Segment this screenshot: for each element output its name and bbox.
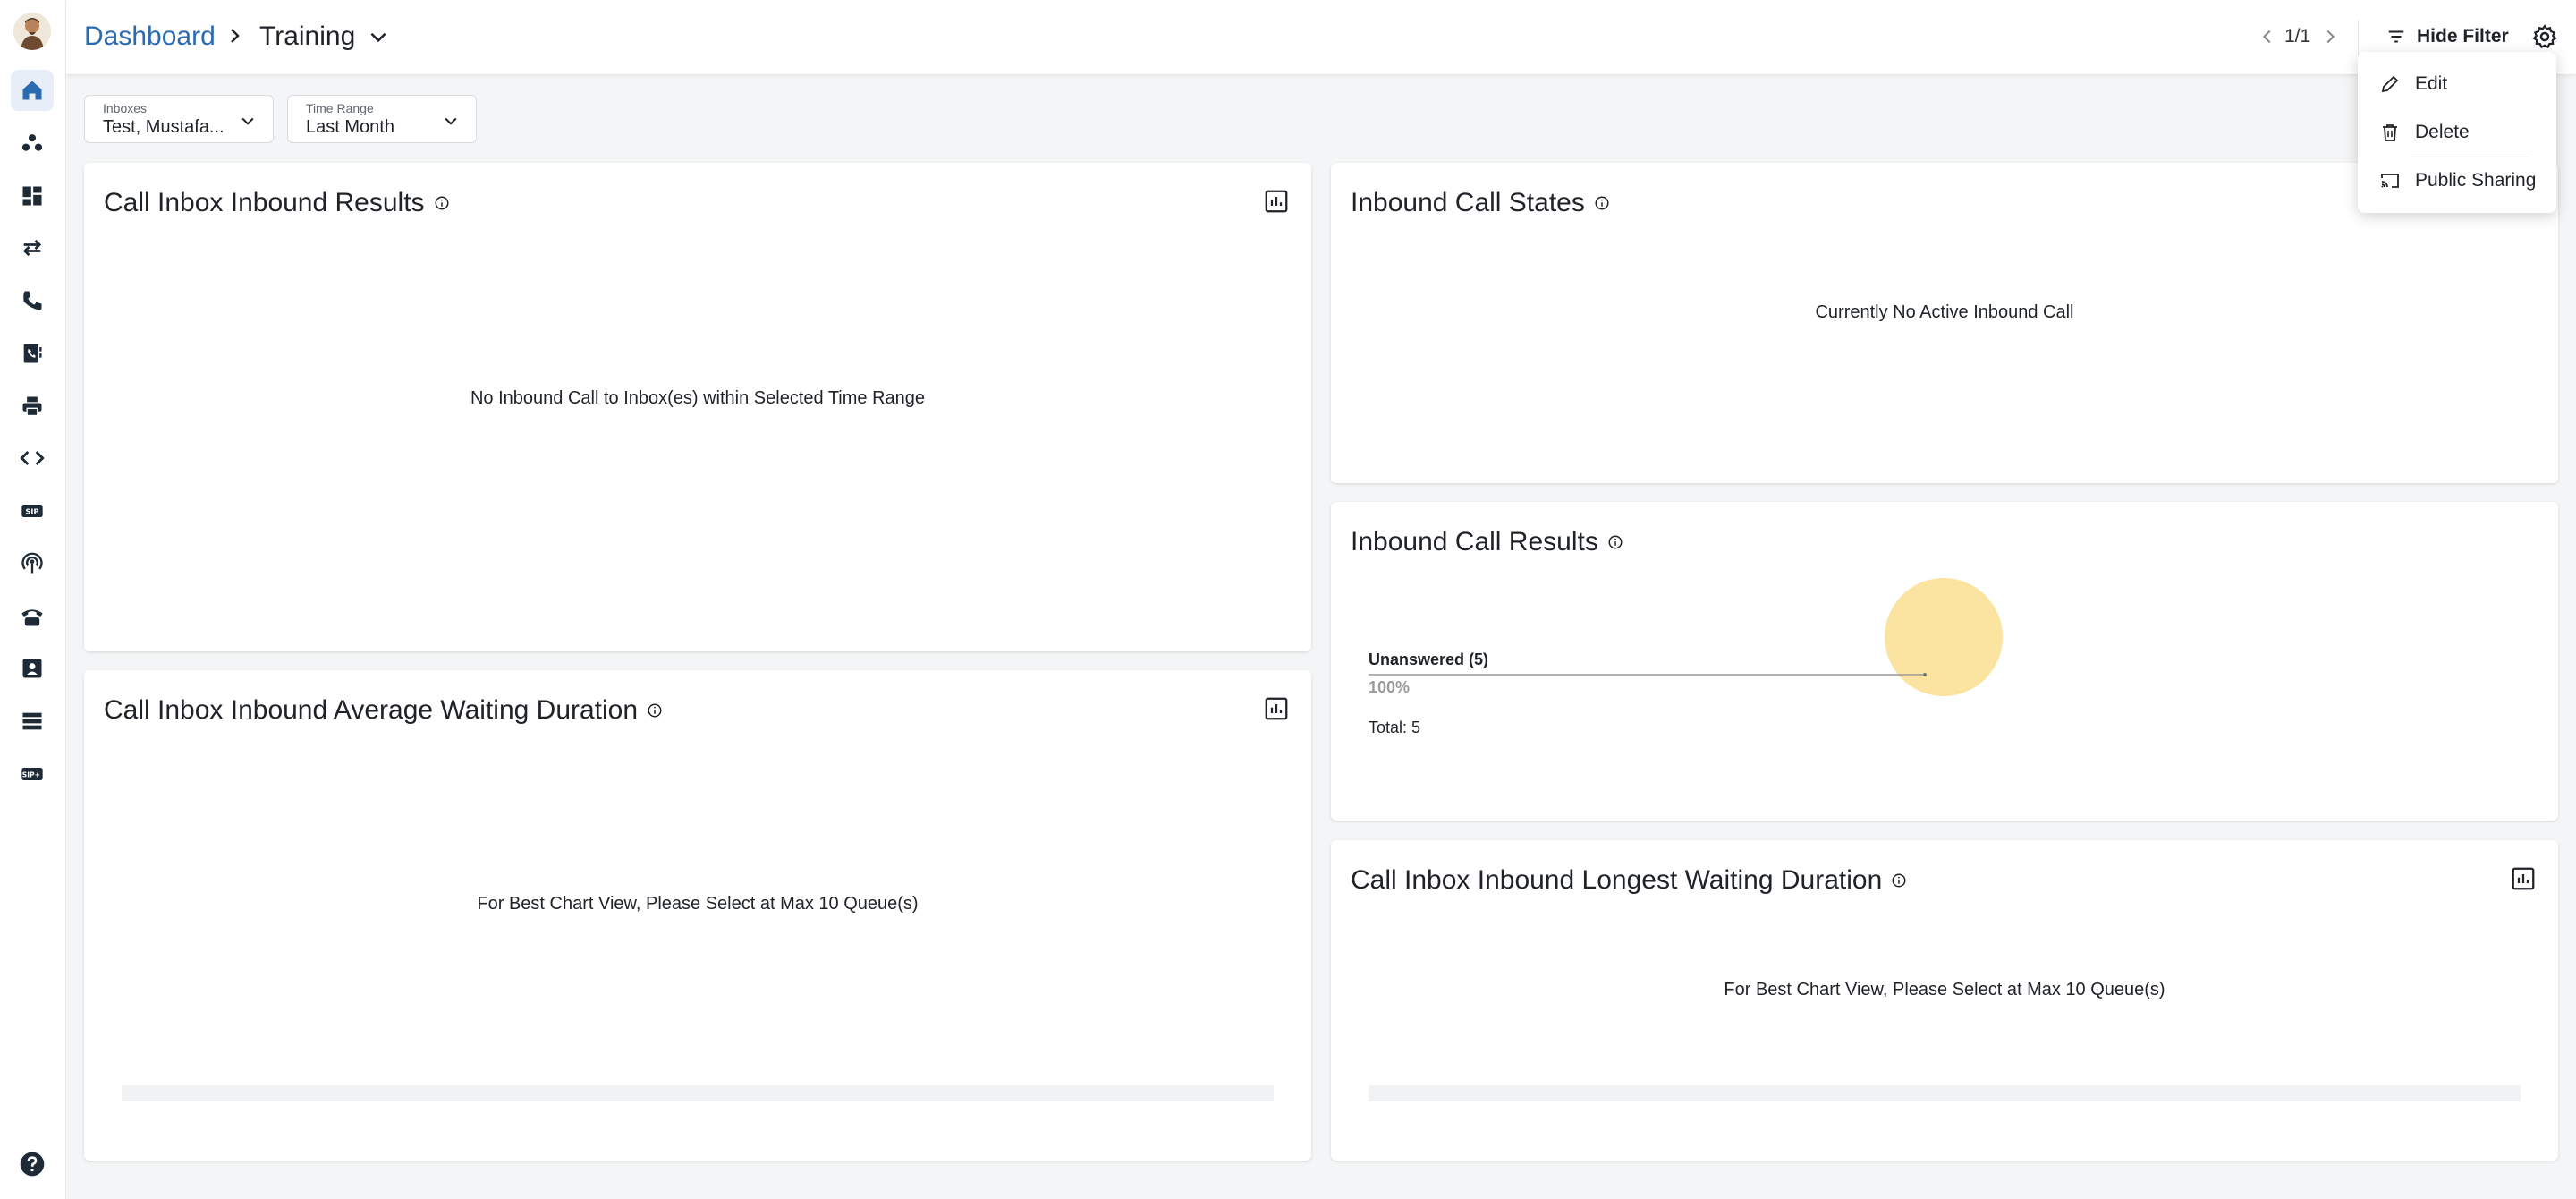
dashboard-settings-menu: Edit Delete Public Sharing (2358, 52, 2556, 213)
sip-trunk-icon: SIP+ (21, 768, 43, 780)
chart-view-icon[interactable] (1263, 695, 1290, 722)
nav-home[interactable] (11, 70, 54, 111)
trash-icon (2383, 124, 2397, 141)
info-icon[interactable] (1594, 195, 1610, 211)
chart-scrollbar[interactable] (122, 1085, 1274, 1101)
avg-waiting-duration-panel: Call Inbox Inbound Average Waiting Durat… (84, 670, 1311, 1161)
chart-view-icon[interactable] (2510, 865, 2537, 892)
chevron-down-icon (242, 117, 254, 125)
empty-state-message: For Best Chart View, Please Select at Ma… (477, 894, 919, 914)
contacts-icon (21, 134, 43, 151)
info-icon[interactable] (434, 195, 450, 211)
chevron-down-icon[interactable] (367, 25, 390, 48)
cast-icon (2381, 174, 2399, 188)
help-button[interactable] (18, 1150, 47, 1178)
empty-state-message: For Best Chart View, Please Select at Ma… (1724, 980, 2165, 999)
nav-sip-trunk[interactable]: SIP+ (11, 753, 54, 795)
chart-view-icon[interactable] (1263, 188, 1290, 215)
info-icon[interactable] (647, 702, 663, 719)
fax-icon (22, 396, 42, 417)
inboxes-filter-label: Inboxes (103, 101, 148, 115)
empty-state-message: No Inbound Call to Inbox(es) within Sele… (470, 388, 926, 408)
pager-next-icon[interactable] (2320, 27, 2340, 47)
pie-total: Total: 5 (1368, 719, 1421, 736)
nav-transfer[interactable] (11, 227, 54, 268)
nav-desk-phone[interactable] (11, 596, 54, 637)
pie-leader-dot (1923, 673, 1927, 676)
top-header: Dashboard Training 1/1 Hide Filter (66, 0, 2576, 75)
time-range-filter-label: Time Range (306, 101, 374, 115)
nav-queue-list[interactable] (11, 701, 54, 742)
menu-item-label: Public Sharing (2415, 170, 2537, 191)
nav-sip[interactable]: SIP (11, 490, 54, 531)
time-range-filter[interactable]: Time Range Last Month (287, 95, 477, 143)
chart-scrollbar[interactable] (1368, 1085, 2521, 1101)
menu-item-edit[interactable]: Edit (2358, 64, 2556, 104)
breadcrumb-dashboard-link[interactable]: Dashboard (84, 21, 216, 52)
nav-broadcast[interactable] (11, 543, 54, 584)
desk-phone-icon (21, 609, 43, 626)
home-icon (22, 81, 42, 100)
phonebook-icon (23, 344, 42, 363)
menu-item-public-sharing[interactable]: Public Sharing (2358, 161, 2556, 200)
time-range-filter-value: Last Month (306, 117, 394, 137)
panel-title: Call Inbox Inbound Results (104, 188, 450, 218)
nav-phonebook[interactable] (11, 333, 54, 374)
panel-title: Inbound Call States (1351, 188, 1610, 218)
chevron-right-icon (231, 29, 240, 43)
panel-title: Call Inbox Inbound Longest Waiting Durat… (1351, 865, 1907, 896)
panel-title-text: Inbound Call States (1351, 188, 1585, 217)
broadcast-icon (21, 552, 43, 574)
inbound-call-results-panel: Inbound Call Results Unanswered (5) 100%… (1331, 502, 2558, 821)
hide-filter-button[interactable]: Hide Filter (2386, 21, 2509, 52)
pie-slice-unanswered[interactable] (1885, 578, 2003, 696)
pencil-icon (2381, 75, 2399, 93)
menu-item-label: Edit (2415, 73, 2448, 94)
hide-filter-label: Hide Filter (2417, 26, 2509, 47)
header-divider (2358, 20, 2359, 55)
help-icon (20, 1152, 45, 1177)
inboxes-filter-value: Test, Mustafa... (103, 117, 225, 137)
nav-fax[interactable] (11, 386, 54, 427)
pie-label-percent: 100% (1368, 678, 1411, 696)
dashboard-icon (22, 186, 42, 206)
avatar-image (13, 13, 51, 50)
panel-title-text: Call Inbox Inbound Longest Waiting Durat… (1351, 865, 1883, 895)
svg-text:SIP: SIP (26, 507, 39, 516)
nav-directory[interactable] (11, 648, 54, 689)
nav-calls[interactable] (11, 280, 54, 321)
pager-indicator: 1/1 (2284, 26, 2311, 47)
queue-list-icon (22, 712, 42, 730)
nav-dashboard[interactable] (11, 175, 54, 217)
breadcrumb-current-dashboard: Training (259, 21, 356, 51)
menu-item-label: Delete (2415, 122, 2470, 142)
panel-title-text: Call Inbox Inbound Average Waiting Durat… (104, 695, 639, 725)
inboxes-filter[interactable]: Inboxes Test, Mustafa... (84, 95, 274, 143)
nav-contacts[interactable] (11, 123, 54, 164)
transfer-icon (22, 239, 42, 257)
sip-icon: SIP (21, 505, 43, 517)
svg-text:SIP+: SIP+ (22, 771, 40, 779)
call-inbox-inbound-results-panel: Call Inbox Inbound Results No Inbound Ca… (84, 163, 1311, 651)
panel-title: Call Inbox Inbound Average Waiting Durat… (104, 695, 663, 726)
pager-prev-icon[interactable] (2258, 27, 2277, 47)
code-icon (20, 451, 45, 465)
gear-icon[interactable] (2531, 23, 2558, 50)
pie-label-unanswered: Unanswered (5) (1368, 651, 1489, 668)
empty-state-message: Currently No Active Inbound Call (1815, 302, 2074, 322)
avatar[interactable] (13, 13, 51, 50)
filter-icon (2388, 30, 2404, 43)
sidebar: SIP SIP+ (0, 0, 66, 1199)
info-icon[interactable] (1891, 872, 1907, 889)
nav-code[interactable] (11, 438, 54, 479)
menu-item-delete[interactable]: Delete (2358, 113, 2556, 152)
chevron-down-icon (445, 117, 457, 125)
pie-chart (1368, 578, 2003, 696)
directory-icon (22, 659, 42, 678)
phone-icon (23, 291, 42, 310)
panel-title-text: Call Inbox Inbound Results (104, 188, 425, 217)
longest-waiting-duration-panel: Call Inbox Inbound Longest Waiting Durat… (1331, 840, 2558, 1161)
